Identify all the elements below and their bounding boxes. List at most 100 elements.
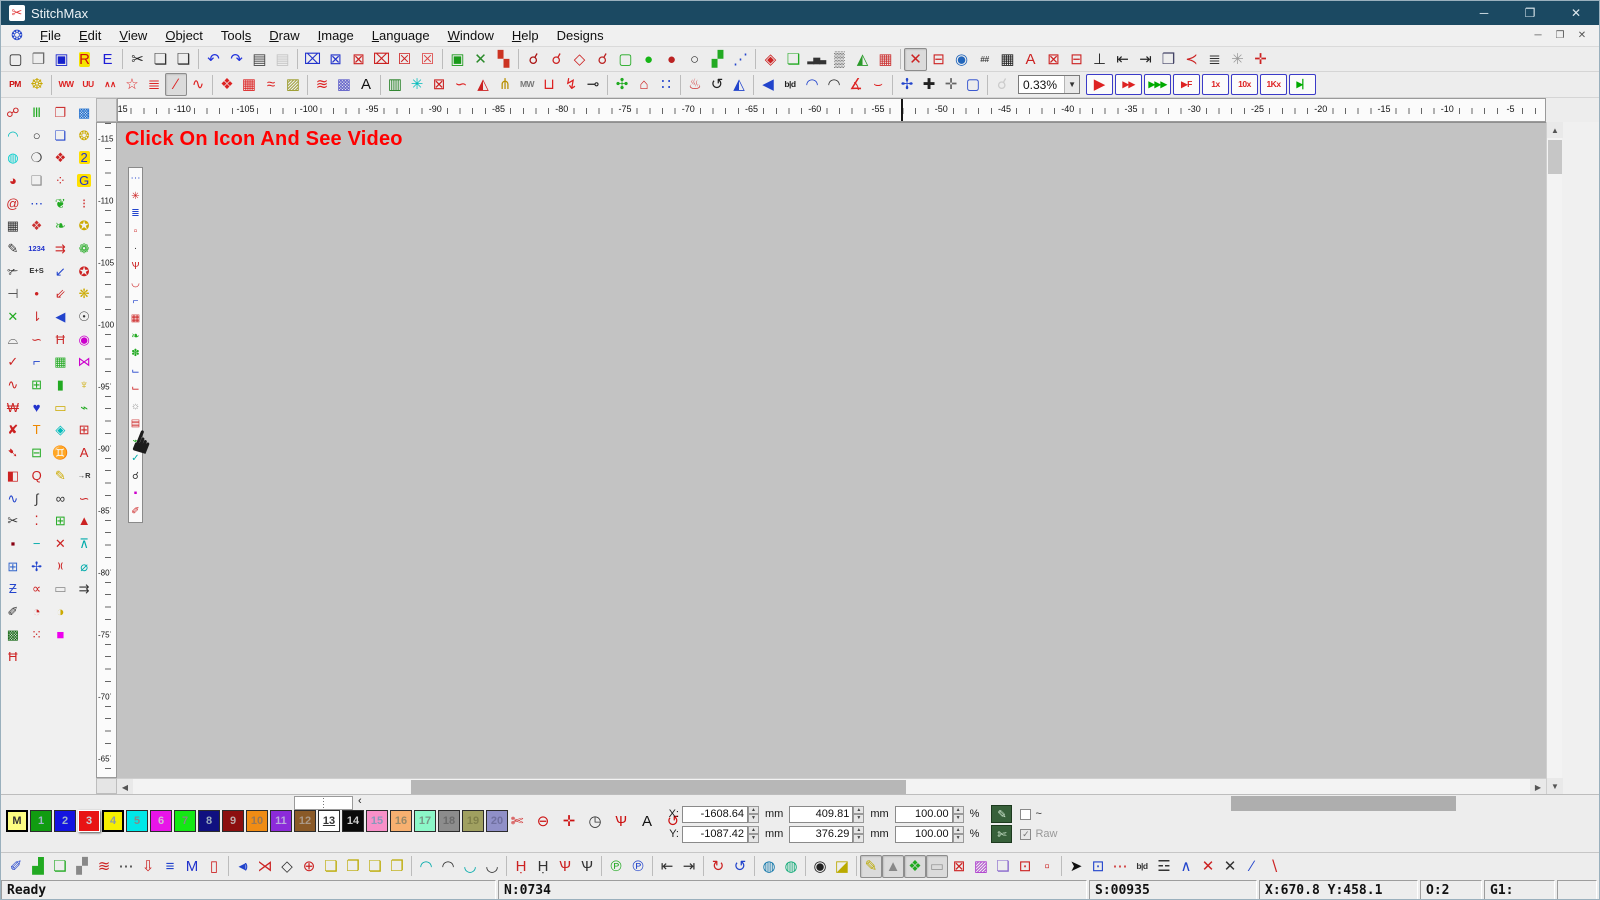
play-faster-icon[interactable]: ▶▶▶: [1144, 74, 1171, 95]
chart-3d-icon[interactable]: ▲: [882, 855, 904, 878]
lock-open-icon[interactable]: ⊔: [538, 73, 560, 96]
left-tool-icon[interactable]: ❖: [25, 214, 49, 237]
left-tool-icon[interactable]: Ħ: [1, 646, 25, 669]
raw-checkbox[interactable]: ✓: [1020, 829, 1031, 840]
star-grid-icon[interactable]: ✳: [1226, 48, 1249, 71]
small-box-icon[interactable]: ▫: [1036, 855, 1058, 878]
left-tool-icon[interactable]: ▪: [1, 532, 25, 555]
left-tool-icon[interactable]: ⊞: [1, 555, 25, 578]
scissors-red-icon[interactable]: ✄: [504, 810, 530, 832]
left-tool-icon[interactable]: ◔: [25, 600, 49, 623]
height-field[interactable]: [789, 826, 853, 843]
green-frame-icon[interactable]: ▣: [446, 48, 469, 71]
needle-down2-icon[interactable]: Ѱ: [576, 855, 598, 878]
delete-box-icon[interactable]: ⊠: [948, 855, 970, 878]
left-tool-icon[interactable]: @: [1, 192, 25, 215]
left-tool-icon[interactable]: )(: [49, 555, 73, 578]
text-icon[interactable]: A: [355, 73, 377, 96]
apply-scale-button[interactable]: ✄: [991, 825, 1012, 843]
left-tool-icon[interactable]: ⊟: [25, 441, 49, 464]
scale-y-field[interactable]: [895, 826, 953, 843]
hook-icon[interactable]: ↯: [560, 73, 582, 96]
dots-curve-icon[interactable]: ⋰: [729, 48, 752, 71]
mdi-close-button[interactable]: ✕: [1571, 27, 1593, 45]
left-tool-icon[interactable]: ⊼: [72, 532, 96, 555]
left-tool-icon[interactable]: ✕: [49, 532, 73, 555]
left-tool-icon[interactable]: ✓: [1, 351, 25, 374]
grid-x-icon[interactable]: ⊠: [428, 73, 450, 96]
mdi-minimize-button[interactable]: ─: [1527, 27, 1549, 45]
handles-rect-icon[interactable]: ▢: [962, 73, 984, 96]
hoop-export4-icon[interactable]: ⌧: [370, 48, 393, 71]
stitch-marks-icon[interactable]: ##: [973, 48, 996, 71]
menu-tools[interactable]: Tools: [212, 26, 260, 45]
zigzag-sharp-icon[interactable]: ∧∧: [99, 73, 121, 96]
letter-frame-icon[interactable]: A: [1019, 48, 1042, 71]
x-dark-icon[interactable]: ✕: [1219, 855, 1241, 878]
diamond-icon[interactable]: ◇: [276, 855, 298, 878]
hatch-red-icon[interactable]: ≋: [93, 855, 115, 878]
thread-color-17[interactable]: 17: [414, 810, 436, 832]
thread-color-15[interactable]: 15: [366, 810, 388, 832]
hatch-green-icon[interactable]: ▞: [706, 48, 729, 71]
lines-blue-icon[interactable]: ≡: [159, 855, 181, 878]
jump-start-icon[interactable]: ⇤: [656, 855, 678, 878]
left-tool-icon[interactable]: ▩: [1, 623, 25, 646]
thread-color-4[interactable]: 4: [102, 810, 124, 832]
lattice-icon[interactable]: ❖: [216, 73, 238, 96]
left-tool-icon[interactable]: 1234: [25, 237, 49, 260]
minus-frame-icon[interactable]: ⊟: [1065, 48, 1088, 71]
new-window-icon[interactable]: ❒: [1157, 48, 1180, 71]
thread-color-16[interactable]: 16: [390, 810, 412, 832]
flame-icon[interactable]: ♨: [684, 73, 706, 96]
left-tool-icon[interactable]: ◧: [1, 464, 25, 487]
paste-icon[interactable]: ❑: [172, 48, 195, 71]
thread-color-11[interactable]: 11: [270, 810, 292, 832]
mirror-left-icon[interactable]: ◀: [757, 73, 779, 96]
left-tool-icon[interactable]: ❐: [49, 101, 73, 124]
satin-lines-icon[interactable]: ≣: [143, 73, 165, 96]
editor-e-icon[interactable]: E: [96, 48, 119, 71]
pencil-icon[interactable]: ✐: [5, 855, 27, 878]
left-tool-icon[interactable]: A: [72, 441, 96, 464]
left-tool-icon[interactable]: ∞: [49, 487, 73, 510]
scale-y-spinner[interactable]: ▲▼: [953, 826, 964, 843]
thread-color-1[interactable]: 1: [30, 810, 52, 832]
left-tool-icon[interactable]: ✢: [25, 555, 49, 578]
thread-color-m[interactable]: M: [6, 810, 28, 832]
mini-tool-icon[interactable]: ✽: [129, 345, 142, 363]
landscape-icon[interactable]: ◭: [851, 48, 874, 71]
arc1-icon[interactable]: ◠: [415, 855, 437, 878]
menu-draw[interactable]: Draw: [260, 26, 308, 45]
step-1kx-icon[interactable]: 1Kx: [1260, 74, 1287, 95]
y-spinner[interactable]: ▲▼: [748, 826, 759, 843]
menu-window[interactable]: Window: [439, 26, 503, 45]
menu-file[interactable]: File: [31, 26, 70, 45]
mini-tool-icon[interactable]: ⌙: [129, 380, 142, 398]
mini-tool-icon[interactable]: Ѱ: [129, 258, 142, 276]
left-tool-icon[interactable]: ○: [25, 124, 49, 147]
left-tool-icon[interactable]: ▲: [72, 509, 96, 532]
line-stitch-icon[interactable]: ∕: [165, 73, 187, 96]
thread-color-9[interactable]: 9: [222, 810, 244, 832]
thread-color-13[interactable]: 13: [318, 810, 340, 832]
mini-tool-icon[interactable]: ▪: [129, 485, 142, 503]
left-tool-icon[interactable]: ⌁: [72, 396, 96, 419]
left-tool-icon[interactable]: ∿: [1, 487, 25, 510]
mini-tool-icon[interactable]: ☼: [129, 398, 142, 416]
import-icon[interactable]: ⇩: [137, 855, 159, 878]
thread-color-8[interactable]: 8: [198, 810, 220, 832]
left-tool-icon[interactable]: ✪: [72, 260, 96, 283]
width-spinner[interactable]: ▲▼: [853, 806, 864, 823]
left-tool-icon[interactable]: ♆: [72, 373, 96, 396]
left-tool-icon[interactable]: ⊞: [25, 373, 49, 396]
mini-tool-icon[interactable]: ⌙: [129, 363, 142, 381]
loops-icon[interactable]: UU: [77, 73, 99, 96]
mdi-restore-button[interactable]: ❐: [1549, 27, 1571, 45]
left-tool-icon[interactable]: ♊: [49, 441, 73, 464]
thread-color-10[interactable]: 10: [246, 810, 268, 832]
zoom-icon[interactable]: ☌: [522, 48, 545, 71]
doc-icon[interactable]: ▯: [203, 855, 225, 878]
wheel-icon[interactable]: ☸: [26, 73, 48, 96]
dither-icon[interactable]: ▒: [828, 48, 851, 71]
